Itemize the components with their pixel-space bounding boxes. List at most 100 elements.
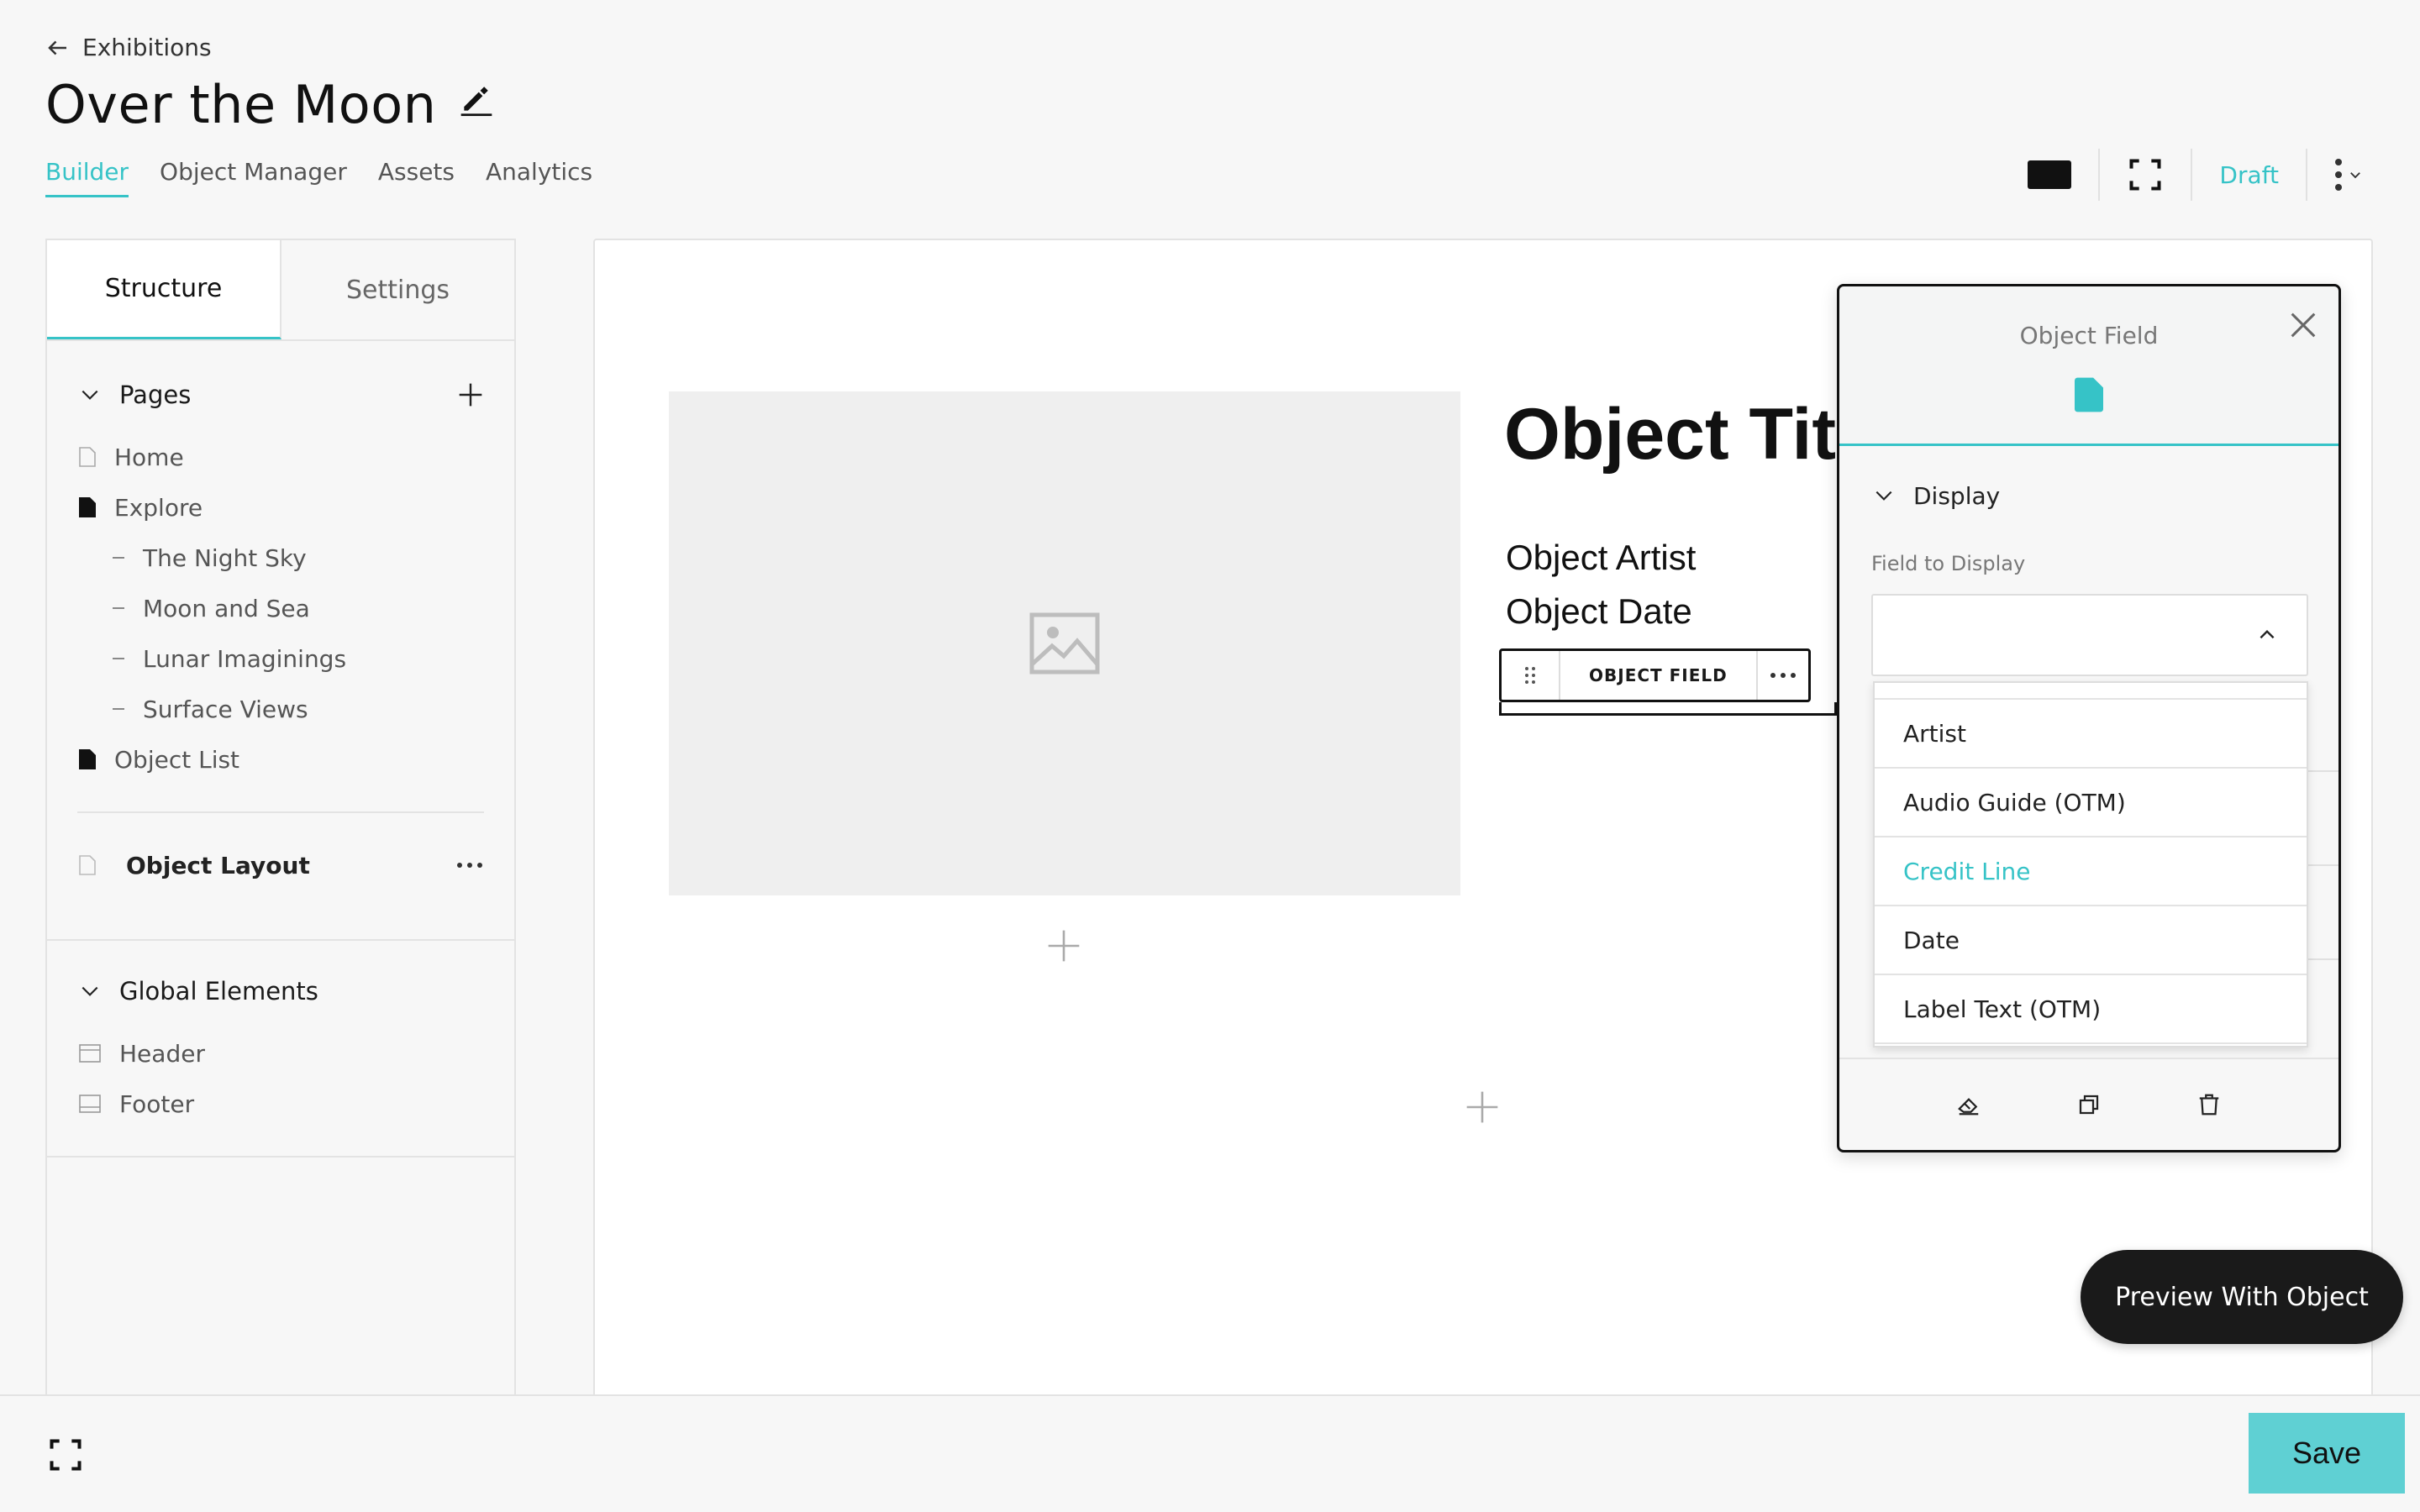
field-to-display-label: Field to Display — [1871, 552, 2026, 575]
draft-label: Draft — [2219, 160, 2279, 189]
panel-header: Object Field — [1839, 286, 2338, 446]
option-artist[interactable]: Artist — [1875, 700, 2307, 769]
chevron-down-icon — [1876, 491, 1892, 501]
page-filled-icon — [79, 497, 96, 517]
footer-layout-icon — [79, 1095, 101, 1113]
option-audio-guide[interactable]: Audio Guide (OTM) — [1875, 769, 2307, 837]
save-button[interactable]: Save — [2249, 1413, 2405, 1494]
drag-handle[interactable] — [1502, 651, 1560, 700]
tree-dash — [113, 607, 124, 609]
tree-dash — [113, 557, 124, 559]
add-page-icon[interactable] — [457, 381, 484, 408]
chevron-down-icon — [82, 390, 98, 400]
global-elements-header[interactable]: Global Elements — [47, 954, 514, 1028]
tab-assets[interactable]: Assets — [378, 158, 455, 197]
tree-dash — [113, 708, 124, 710]
page-filled-icon — [79, 749, 96, 769]
tab-object-manager[interactable]: Object Manager — [160, 158, 347, 197]
add-block-icon[interactable] — [1045, 927, 1082, 964]
option-credit-line[interactable]: Credit Line — [1875, 837, 2307, 906]
draft-status[interactable]: Draft — [2192, 143, 2306, 207]
selected-block-outline[interactable] — [1499, 702, 1837, 716]
global-item-header[interactable]: Header — [47, 1028, 514, 1079]
object-date-text[interactable]: Object Date — [1506, 591, 1692, 632]
option-date[interactable]: Date — [1875, 906, 2307, 975]
section-divider — [77, 811, 484, 813]
pencil-icon[interactable] — [458, 80, 495, 117]
global-item-label: Footer — [119, 1089, 195, 1118]
object-artist-text[interactable]: Object Artist — [1506, 538, 1696, 578]
pages-heading: Pages — [119, 381, 192, 409]
desktop-icon — [2028, 160, 2072, 189]
field-options-dropdown: Artist Audio Guide (OTM) Credit Line Dat… — [1873, 681, 2308, 1047]
more-options-button[interactable] — [2307, 143, 2390, 207]
image-icon — [1029, 612, 1100, 675]
pages-section-header[interactable]: Pages — [47, 358, 514, 432]
object-layout-label: Object Layout — [126, 851, 310, 879]
more-vertical-icon — [2335, 159, 2342, 191]
top-right-toolbar: Draft — [2001, 143, 2390, 207]
object-layout-item[interactable]: Object Layout — [47, 827, 514, 904]
tab-analytics[interactable]: Analytics — [486, 158, 592, 197]
document-icon — [2075, 377, 2103, 412]
page-item-object-list[interactable]: Object List — [47, 734, 514, 785]
duplicate-icon[interactable] — [2076, 1092, 2102, 1117]
page-item-label: Explore — [114, 493, 203, 522]
global-elements-heading: Global Elements — [119, 977, 318, 1005]
page-title-text: Over the Moon — [45, 74, 437, 135]
chevron-up-icon — [2260, 629, 2275, 639]
trash-icon[interactable] — [2196, 1092, 2222, 1117]
device-preview-button[interactable] — [2001, 143, 2098, 207]
chevron-down-icon — [2350, 172, 2360, 179]
page-item-lunar-imaginings[interactable]: Lunar Imaginings — [47, 633, 514, 684]
display-section-header[interactable]: Display — [1839, 446, 2338, 545]
tab-structure[interactable]: Structure — [47, 240, 281, 339]
page-outline-icon — [79, 855, 96, 875]
page-outline-icon — [79, 447, 96, 467]
chevron-down-icon — [82, 986, 98, 996]
dropdown-scroll-edge — [1875, 683, 2307, 700]
tab-builder[interactable]: Builder — [45, 158, 129, 197]
drag-handle-icon — [1525, 667, 1535, 684]
object-title-text[interactable]: Object Title — [1504, 393, 1840, 476]
object-field-tag: OBJECT FIELD — [1560, 651, 1758, 700]
page-title: Over the Moon — [45, 74, 495, 135]
panel-title: Object Field — [2019, 322, 2159, 349]
page-item-label: The Night Sky — [143, 543, 307, 572]
close-icon[interactable] — [2286, 308, 2320, 342]
object-field-toolbar: OBJECT FIELD — [1499, 648, 1811, 702]
tree-dash — [113, 658, 124, 659]
back-link-label: Exhibitions — [82, 34, 212, 61]
preview-with-object-button[interactable]: Preview With Object — [2081, 1250, 2403, 1344]
section-divider — [47, 1156, 514, 1158]
page-item-label: Object List — [114, 745, 240, 774]
more-horizontal-icon[interactable] — [457, 863, 482, 868]
bottom-bar — [0, 1394, 2420, 1512]
page-item-label: Lunar Imaginings — [143, 644, 347, 673]
field-to-display-select[interactable] — [1871, 594, 2308, 676]
tab-settings[interactable]: Settings — [281, 240, 514, 339]
page-item-surface-views[interactable]: Surface Views — [47, 684, 514, 734]
fullscreen-icon[interactable] — [47, 1436, 84, 1473]
panel-tabs: Structure Settings — [47, 240, 514, 341]
header-layout-icon — [79, 1044, 101, 1063]
eraser-icon[interactable] — [1956, 1092, 1981, 1117]
fullscreen-button[interactable] — [2100, 143, 2191, 207]
main-tabs: Builder Object Manager Assets Analytics — [45, 158, 592, 197]
image-placeholder[interactable] — [669, 391, 1460, 895]
global-item-footer[interactable]: Footer — [47, 1079, 514, 1129]
add-block-icon[interactable] — [1464, 1089, 1501, 1126]
option-label-text[interactable]: Label Text (OTM) — [1875, 975, 2307, 1044]
global-item-label: Header — [119, 1039, 205, 1068]
arrow-left-icon — [48, 40, 66, 55]
structure-panel: Structure Settings Pages Home Explore Th… — [45, 239, 516, 1398]
page-item-moon-and-sea[interactable]: Moon and Sea — [47, 583, 514, 633]
fullscreen-icon — [2129, 159, 2161, 191]
page-item-the-night-sky[interactable]: The Night Sky — [47, 533, 514, 583]
page-item-explore[interactable]: Explore — [47, 482, 514, 533]
page-item-home[interactable]: Home — [47, 432, 514, 482]
block-more-button[interactable] — [1758, 673, 1808, 678]
more-horizontal-icon — [1770, 673, 1796, 678]
back-link-exhibitions[interactable]: Exhibitions — [45, 34, 212, 61]
page-item-label: Moon and Sea — [143, 594, 310, 622]
